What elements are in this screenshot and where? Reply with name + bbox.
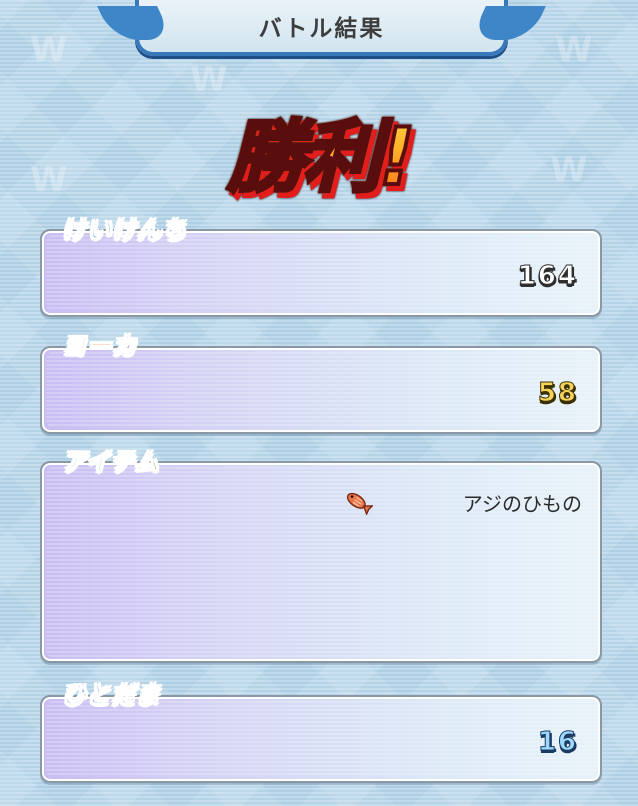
background-pattern: W xyxy=(30,30,68,70)
item-name: アジのひもの xyxy=(462,491,582,516)
background-pattern: W xyxy=(190,60,228,100)
page-title: バトル結果 xyxy=(258,16,385,42)
background-pattern: W xyxy=(555,30,593,70)
money-label: ヨーカ xyxy=(62,332,137,361)
soul-label: ひとだま xyxy=(62,681,161,710)
money-value: 58 xyxy=(537,378,578,409)
victory-banner: 勝利! xyxy=(160,96,480,206)
title-banner: バトル結果 xyxy=(97,0,546,56)
items-label: アイテム xyxy=(62,448,160,477)
exp-value: 164 xyxy=(517,261,578,292)
background-pattern: W xyxy=(550,150,588,190)
victory-text: 勝利! xyxy=(225,95,417,207)
background-pattern: W xyxy=(30,160,68,200)
list-item[interactable]: アジのひもの xyxy=(322,485,582,519)
soul-value: 16 xyxy=(537,727,578,758)
fish-icon xyxy=(346,492,373,515)
exp-label: けいけんち xyxy=(62,216,187,245)
banner-ornament-right xyxy=(470,6,546,40)
banner-ornament-left xyxy=(97,6,173,40)
items-panel: アジのひもの xyxy=(40,461,602,663)
